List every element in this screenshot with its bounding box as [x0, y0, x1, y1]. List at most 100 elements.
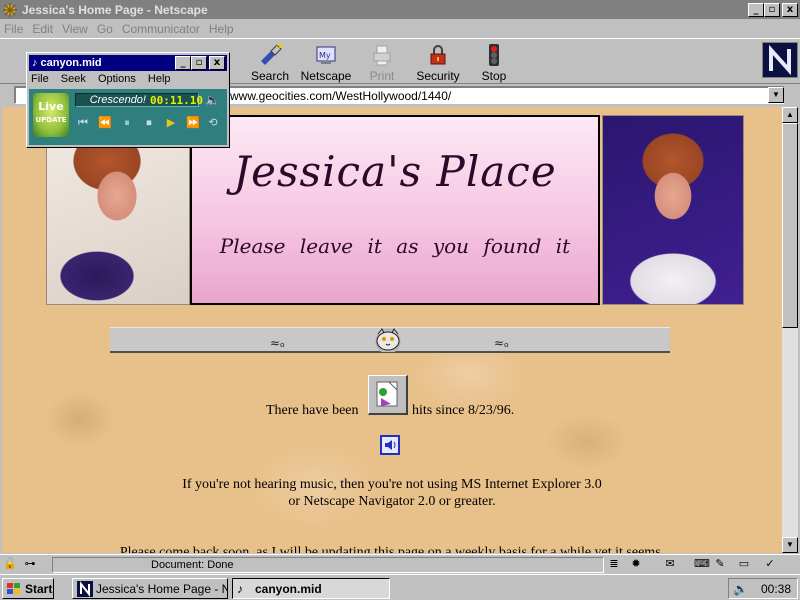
menu-view[interactable]: View	[62, 22, 88, 36]
pause-icon[interactable]: ⏸	[117, 115, 137, 131]
play-icon[interactable]: ▶	[161, 115, 181, 131]
task-label: Jessica's Home Page - Net...	[96, 581, 227, 596]
url-dropdown-button[interactable]: ▼	[768, 87, 784, 103]
cat-icon: ≈ₒ	[270, 336, 286, 350]
search-button-label: Search	[250, 69, 290, 83]
rewind-icon[interactable]: ⏪	[95, 115, 115, 131]
player-menu-help[interactable]: Help	[148, 73, 171, 85]
start-label: Start	[25, 581, 53, 596]
netscape-task-icon	[77, 580, 93, 597]
print-button-label: Print	[369, 69, 395, 83]
player-close-button[interactable]: x	[209, 56, 225, 70]
discussion-icon[interactable]: ⌨	[694, 557, 710, 573]
player-title: canyon.mid	[40, 57, 102, 69]
scroll-down-button[interactable]: ▼	[782, 537, 798, 553]
hit-counter-prefix: There have been	[266, 403, 359, 418]
playback-time: 00:11.10	[150, 94, 203, 107]
search-flashlight-icon	[242, 43, 298, 67]
menu-file[interactable]: File	[4, 22, 23, 36]
live-update-badge[interactable]: Live UPDATE	[33, 93, 69, 137]
player-menu-bar: File Seek Options Help	[31, 73, 180, 85]
fast-forward-icon[interactable]: ⏩	[183, 115, 203, 131]
start-button[interactable]: Start	[2, 578, 54, 599]
mail-icon[interactable]: ✉	[662, 557, 678, 573]
close-button[interactable]: x	[782, 2, 798, 17]
minimize-button[interactable]: _	[748, 2, 764, 17]
vertical-scrollbar[interactable]: ▲ ▼	[782, 107, 798, 553]
player-menu-file[interactable]: File	[31, 73, 49, 85]
composer-icon[interactable]: ✎	[712, 557, 728, 573]
player-menu-options[interactable]: Options	[98, 73, 136, 85]
padlock-icon	[410, 43, 466, 67]
status-text: Document: Done	[52, 557, 604, 573]
netscape-n-logo[interactable]	[762, 42, 798, 78]
scroll-thumb[interactable]	[782, 123, 798, 328]
print-button[interactable]: Print	[354, 42, 410, 83]
banner: Jessica's Place Please leave it as you f…	[190, 115, 600, 305]
maximize-button[interactable]: ▫	[764, 2, 780, 17]
menu-help[interactable]: Help	[209, 22, 234, 36]
connection-icon: ⊶	[24, 558, 36, 570]
speaker-icon[interactable]	[380, 435, 400, 455]
task-label: canyon.mid	[255, 581, 322, 596]
document-icon[interactable]: ▭	[736, 557, 752, 573]
banner-subtitle: Please leave it as you found it	[219, 234, 571, 258]
player-menu-seek[interactable]: Seek	[61, 73, 86, 85]
stop-traffic-light-icon	[466, 43, 522, 67]
badge-line1: Live	[38, 100, 64, 113]
player-title-bar[interactable]: ♪ canyon.mid _ ▫ x	[29, 55, 227, 71]
edit-icon[interactable]: ✓	[762, 557, 778, 573]
menu-go[interactable]: Go	[97, 22, 113, 36]
player-maximize-button[interactable]: ▫	[191, 56, 207, 70]
netscape-button-label: Netscape	[300, 69, 352, 83]
security-button-label: Security	[416, 69, 460, 83]
netscape-window-icon[interactable]	[2, 2, 18, 18]
banner-title: Jessica's Place	[233, 147, 557, 196]
hit-counter-suffix: hits since 8/23/96.	[412, 403, 515, 418]
hit-counter-image	[368, 375, 408, 415]
navigator-icon[interactable]: ✹	[628, 557, 644, 573]
stop-button-label: Stop	[481, 69, 507, 83]
menu-bar: File Edit View Go Communicator Help	[0, 19, 800, 38]
scroll-up-button[interactable]: ▲	[782, 107, 798, 123]
printer-icon	[354, 43, 410, 67]
window-title-bar[interactable]: Jessica's Home Page - Netscape _ ▫ x	[0, 0, 800, 19]
taskbar: Start Jessica's Home Page - Net... ♪ can…	[0, 574, 800, 600]
music-message-line: or Netscape Navigator 2.0 or greater.	[288, 494, 496, 509]
menu-edit[interactable]: Edit	[32, 22, 53, 36]
cat-divider-bar: ≈ₒ ≈ₒ	[110, 327, 670, 353]
system-tray: 🔈 00:38	[728, 578, 798, 599]
netscape-button[interactable]: My Netscape	[298, 42, 354, 83]
track-name: Crescendo!	[89, 94, 146, 106]
status-meter-icon: ≣	[609, 558, 619, 570]
search-button[interactable]: Search	[242, 42, 298, 83]
music-note-icon: ♪	[237, 581, 243, 596]
player-minimize-button[interactable]: _	[175, 56, 191, 70]
midi-player-window[interactable]: ♪ canyon.mid _ ▫ x File Seek Options Hel…	[26, 52, 230, 148]
music-note-icon: ♪	[32, 57, 38, 69]
status-bar: 🔓 ⊶ Document: Done ≣ ✹ ✉ ⌨ ✎ ▭ ✓	[0, 554, 800, 574]
menu-communicator[interactable]: Communicator	[122, 22, 200, 36]
repeat-icon[interactable]: ⟲	[203, 115, 223, 131]
cat-face-icon	[372, 328, 404, 352]
badge-line2: UPDATE	[35, 116, 67, 124]
windows-logo-icon	[6, 582, 22, 596]
volume-icon[interactable]: 🔈	[205, 93, 220, 107]
task-canyon-mid[interactable]: ♪ canyon.mid	[232, 578, 390, 599]
stop-icon[interactable]: ⏹	[139, 115, 159, 131]
svg-text:My: My	[319, 51, 331, 60]
my-netscape-icon: My	[298, 43, 354, 67]
volume-icon[interactable]: 🔈	[733, 582, 748, 596]
clock[interactable]: 00:38	[761, 582, 791, 596]
skip-back-icon[interactable]: ⏮	[73, 115, 93, 131]
lock-status-icon[interactable]: 🔓	[2, 557, 18, 573]
page-content: Jessica's Place Please leave it as you f…	[2, 107, 782, 553]
window-title: Jessica's Home Page - Netscape	[22, 2, 208, 17]
player-body: Live UPDATE Crescendo! 00:11.10 🔈 ⏮ ⏪ ⏸ …	[29, 89, 227, 145]
player-display: Crescendo! 00:11.10	[75, 93, 203, 107]
cat-icon: ≈ₒ	[494, 336, 510, 350]
photo-right	[602, 115, 744, 305]
stop-button[interactable]: Stop	[466, 42, 522, 83]
security-button[interactable]: Security	[410, 42, 466, 83]
task-netscape[interactable]: Jessica's Home Page - Net...	[72, 578, 228, 599]
